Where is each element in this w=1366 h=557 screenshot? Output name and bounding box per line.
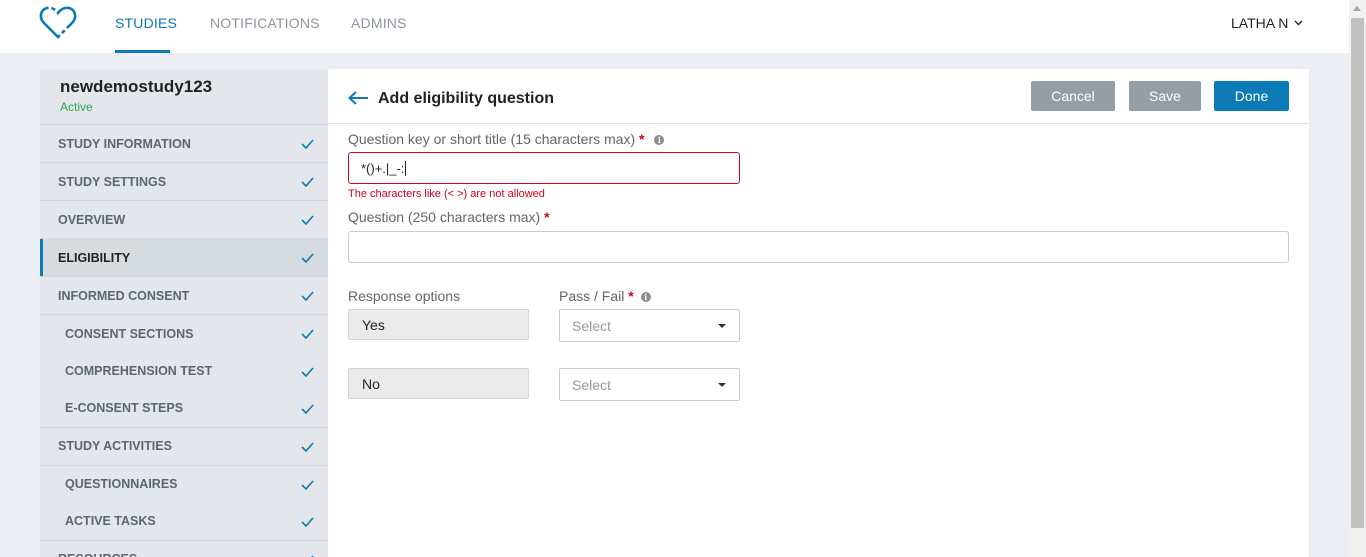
sidebar-item-informed-consent[interactable]: INFORMED CONSENT xyxy=(40,277,328,315)
response-option-yes: Yes xyxy=(348,309,529,340)
text-caret xyxy=(405,160,407,176)
sidebar-item-study-information[interactable]: STUDY INFORMATION xyxy=(40,125,328,163)
sidebar-item-label: CONSENT SECTIONS xyxy=(65,326,194,341)
dropdown-arrow-icon xyxy=(718,324,726,328)
question-input[interactable] xyxy=(348,231,1289,263)
checkmark-icon xyxy=(301,404,314,414)
sidebar-item-consent-sections[interactable]: CONSENT SECTIONS xyxy=(40,315,328,353)
top-nav: STUDIES NOTIFICATIONS ADMINS LATHA N xyxy=(0,0,1349,53)
checkmark-icon xyxy=(301,479,314,490)
done-button[interactable]: Done xyxy=(1214,81,1289,111)
select-placeholder: Select xyxy=(572,376,611,393)
question-key-label: Question key or short title (15 characte… xyxy=(348,131,665,147)
sidebar-item-questionnaires[interactable]: QUESTIONNAIRES xyxy=(40,466,328,504)
info-icon[interactable]: i xyxy=(654,135,665,145)
checkmark-icon xyxy=(301,329,314,339)
checkmark-icon xyxy=(301,291,314,301)
sidebar-item-label: ELIGIBILITY xyxy=(58,250,131,265)
user-name: LATHA N xyxy=(1231,15,1289,31)
sidebar-item-label: RESOURCES xyxy=(58,552,137,557)
checkmark-icon xyxy=(301,366,314,377)
sidebar-item-resources[interactable]: RESOURCES xyxy=(40,541,328,557)
chevron-down-icon xyxy=(1294,20,1303,26)
main-panel: Add eligibility question Cancel Save Don… xyxy=(328,69,1309,557)
study-header: newdemostudy123 Active xyxy=(40,69,328,125)
sidebar-item-label: E-CONSENT STEPS xyxy=(65,401,184,416)
user-menu[interactable]: LATHA N xyxy=(1231,15,1303,31)
checkmark-icon xyxy=(301,177,314,187)
scroll-thumb[interactable] xyxy=(1351,18,1364,528)
sidebar-item-label: OVERVIEW xyxy=(58,212,126,227)
sidebar-item-label: INFORMED CONSENT xyxy=(58,288,190,303)
sidebar-item-e-consent-steps[interactable]: E-CONSENT STEPS xyxy=(40,390,328,428)
heart-logo-icon[interactable] xyxy=(38,5,78,41)
study-status: Active xyxy=(60,100,93,114)
required-marker: * xyxy=(544,209,550,225)
required-marker: * xyxy=(628,288,634,304)
sidebar-item-label: ACTIVE TASKS xyxy=(65,514,156,529)
response-option-no: No xyxy=(348,368,529,399)
pass-fail-select-yes[interactable]: Select xyxy=(559,309,740,342)
checkmark-icon xyxy=(301,441,314,452)
question-key-value: *()+.|_-: xyxy=(361,160,405,176)
sidebar-item-label: QUESTIONNAIRES xyxy=(65,477,178,492)
panel-header: Add eligibility question Cancel Save Don… xyxy=(328,69,1309,124)
checkmark-icon xyxy=(301,253,314,263)
sidebar-item-eligibility[interactable]: ELIGIBILITY xyxy=(40,239,328,277)
question-label-text: Question (250 characters max) xyxy=(348,209,541,225)
study-name: newdemostudy123 xyxy=(60,77,213,96)
checkmark-icon xyxy=(301,215,314,225)
question-key-input[interactable]: *()+.|_-: xyxy=(348,152,740,184)
sidebar-item-label: STUDY SETTINGS xyxy=(58,174,167,189)
pass-fail-label-text: Pass / Fail xyxy=(559,288,625,304)
question-key-error: The characters like (< >) are not allowe… xyxy=(348,188,545,200)
info-icon[interactable]: i xyxy=(640,292,651,302)
question-label: Question (250 characters max) * xyxy=(348,209,550,225)
sidebar-item-label: COMPREHENSION TEST xyxy=(65,364,213,379)
nav-tab-admins[interactable]: ADMINS xyxy=(351,15,407,31)
active-tab-indicator xyxy=(115,50,170,53)
dropdown-arrow-icon xyxy=(718,383,726,387)
sidebar-item-study-activities[interactable]: STUDY ACTIVITIES xyxy=(40,428,328,466)
back-arrow-icon[interactable] xyxy=(347,90,369,106)
save-button[interactable]: Save xyxy=(1129,81,1201,111)
sidebar-item-overview[interactable]: OVERVIEW xyxy=(40,201,328,239)
response-options-label: Response options xyxy=(348,288,461,304)
sidebar-item-label: STUDY ACTIVITIES xyxy=(58,439,172,453)
nav-tab-studies[interactable]: STUDIES xyxy=(115,15,177,31)
scroll-up-icon[interactable] xyxy=(1353,6,1361,11)
required-marker: * xyxy=(639,131,645,147)
sidebar-menu: STUDY INFORMATION STUDY SETTINGS OVERVIEW E… xyxy=(40,125,328,557)
page-scrollbar[interactable] xyxy=(1349,0,1366,557)
question-key-label-text: Question key or short title (15 characte… xyxy=(348,131,636,147)
pass-fail-label: Pass / Fail * i xyxy=(559,288,651,304)
nav-tab-notifications[interactable]: NOTIFICATIONS xyxy=(210,15,320,31)
pass-fail-select-no[interactable]: Select xyxy=(559,368,740,401)
checkmark-icon xyxy=(301,139,314,149)
sidebar-item-study-settings[interactable]: STUDY SETTINGS xyxy=(40,163,328,201)
sidebar-item-active-tasks[interactable]: ACTIVE TASKS xyxy=(40,503,328,541)
select-placeholder: Select xyxy=(572,317,611,334)
page-title: Add eligibility question xyxy=(378,90,554,107)
checkmark-icon xyxy=(301,517,314,527)
sidebar-item-comprehension-test[interactable]: COMPREHENSION TEST xyxy=(40,353,328,391)
cancel-button[interactable]: Cancel xyxy=(1031,81,1115,111)
study-sidebar: newdemostudy123 Active STUDY INFORMATION… xyxy=(40,69,328,557)
sidebar-item-label: STUDY INFORMATION xyxy=(58,136,191,151)
